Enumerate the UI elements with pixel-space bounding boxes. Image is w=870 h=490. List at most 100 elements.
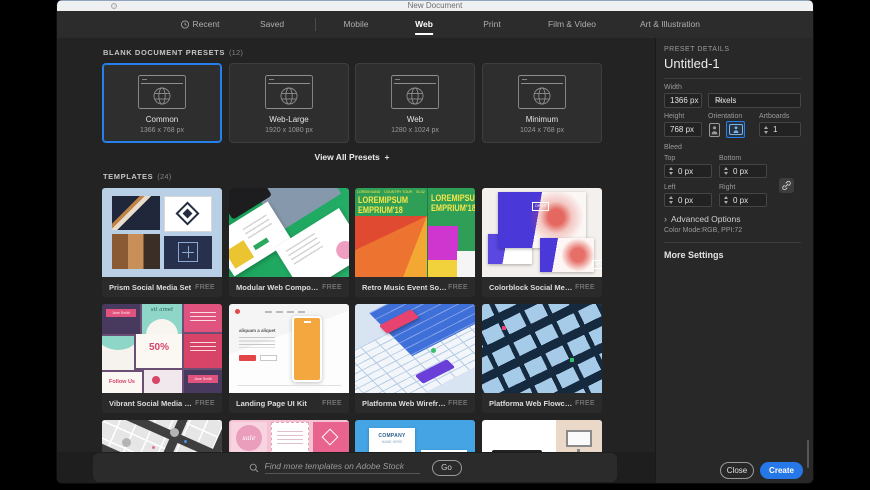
template-card-modular[interactable]: Modular Web Components SetFREE xyxy=(229,188,349,297)
company-line1-text: COMPANY xyxy=(369,433,415,439)
units-dropdown[interactable]: Pixels xyxy=(708,93,801,108)
template-name: Platforma Web Wireframe Kit xyxy=(362,399,448,408)
more-settings-button[interactable]: More Settings xyxy=(664,250,724,260)
tab-saved[interactable]: Saved xyxy=(260,11,284,38)
template-name: Retro Music Event Social Media ... xyxy=(362,283,448,292)
artboards-label: Artboards xyxy=(759,113,789,120)
template-name: Landing Page UI Kit xyxy=(236,399,307,408)
bleed-bottom-input[interactable]: 0 px xyxy=(719,164,767,178)
templates-count: (24) xyxy=(157,172,171,181)
tab-label: Art & Illustration xyxy=(640,11,700,38)
preset-size: 1280 x 1024 px xyxy=(391,127,439,134)
bleed-top-input[interactable]: 0 px xyxy=(664,164,712,178)
free-badge: FREE xyxy=(322,400,342,407)
template-card-vibrant[interactable]: Jane Smith sit amet 50% Follow Us Jane S… xyxy=(102,304,222,413)
vibrant-discount-text: 50% xyxy=(136,342,182,353)
tab-film-video[interactable]: Film & Video xyxy=(548,11,596,38)
free-badge: FREE xyxy=(195,284,215,291)
preset-details-heading: PRESET DETAILS xyxy=(664,46,729,53)
go-button[interactable]: Go xyxy=(432,460,462,476)
browser-globe-icon xyxy=(391,75,439,109)
preset-card-web-large[interactable]: Web-Large 1920 x 1080 px xyxy=(229,63,349,143)
stepper-arrows[interactable] xyxy=(764,126,768,134)
artboards-stepper[interactable]: 1 xyxy=(759,122,801,137)
retro-title-line1: LOREMIPSUM xyxy=(358,195,408,205)
view-all-presets-button[interactable]: View All Presets + xyxy=(102,152,602,162)
browser-globe-icon xyxy=(265,75,313,109)
retro-band-text: LOREM BAND xyxy=(357,190,380,194)
free-badge: FREE xyxy=(448,400,468,407)
bleed-right-label: Right xyxy=(719,184,735,191)
orientation-landscape-button[interactable] xyxy=(726,121,745,138)
free-badge: FREE xyxy=(575,284,595,291)
template-card-flowcharts[interactable]: Platforma Web Flowcharts KitFREE xyxy=(482,304,602,413)
create-button[interactable]: Create xyxy=(760,462,803,479)
bleed-left-input[interactable]: 0 px xyxy=(664,193,712,207)
chain-link-icon xyxy=(781,180,792,191)
advanced-options-toggle[interactable]: › Advanced Options xyxy=(664,214,740,224)
template-card-colorblock[interactable]: OPUS OPUS Colorblock Social Media SetFRE… xyxy=(482,188,602,297)
window-title: New Document xyxy=(57,0,813,11)
tab-mobile[interactable]: Mobile xyxy=(343,11,368,38)
search-input[interactable] xyxy=(265,461,420,474)
selected-tab-underline xyxy=(415,33,433,35)
orientation-label: Orientation xyxy=(708,113,742,120)
free-badge: FREE xyxy=(322,284,342,291)
height-label: Height xyxy=(664,113,684,120)
tab-recent[interactable]: Recent xyxy=(181,11,220,38)
preset-size: 1920 x 1080 px xyxy=(265,127,313,134)
window-titlebar: New Document xyxy=(57,0,813,11)
vibrant-caption-text: sit amet xyxy=(142,307,182,313)
close-button[interactable]: Close xyxy=(720,462,754,479)
desktop-background: New Document Recent Saved Mobile Web Pri… xyxy=(0,0,870,490)
company-line2-text: NAME HERE xyxy=(369,440,415,444)
tab-divider xyxy=(315,18,316,31)
template-card-landing[interactable]: aliquam a aliquet Landing Page UI KitFRE… xyxy=(229,304,349,413)
window-close-icon[interactable] xyxy=(111,3,117,9)
plus-icon: + xyxy=(384,152,389,162)
tab-art-illustration[interactable]: Art & Illustration xyxy=(640,11,700,38)
new-document-dialog: New Document Recent Saved Mobile Web Pri… xyxy=(57,0,813,483)
portrait-icon xyxy=(709,123,720,137)
template-card-prism[interactable]: Prism Social Media SetFREE xyxy=(102,188,222,297)
browser-globe-icon xyxy=(518,75,566,109)
chevron-down-icon xyxy=(715,98,723,103)
preset-card-web[interactable]: Web 1280 x 1024 px xyxy=(355,63,475,143)
preset-details-panel: PRESET DETAILS Untitled-1 Width 1366 px … xyxy=(655,38,813,483)
preset-card-common[interactable]: Common 1366 x 768 px xyxy=(102,63,222,143)
template-card-wireframe[interactable]: Platforma Web Wireframe KitFREE xyxy=(355,304,475,413)
height-input[interactable]: 768 px xyxy=(664,122,702,137)
retro-date-text: 01.02.2018 xyxy=(416,190,425,194)
scrollbar-thumb[interactable] xyxy=(807,440,809,468)
bleed-right-input[interactable]: 0 px xyxy=(719,193,767,207)
vibrant-name-text: Jane Smith xyxy=(108,309,135,317)
document-name-field[interactable]: Untitled-1 xyxy=(664,56,720,71)
tab-print[interactable]: Print xyxy=(483,11,500,38)
free-badge: FREE xyxy=(448,284,468,291)
template-name: Colorblock Social Media Set xyxy=(489,283,575,292)
tab-web[interactable]: Web xyxy=(415,11,433,38)
presets-count: (12) xyxy=(229,48,243,57)
search-footer: Go xyxy=(57,452,655,483)
bleed-left-label: Left xyxy=(664,184,676,191)
bleed-link-toggle[interactable] xyxy=(779,178,794,193)
width-label: Width xyxy=(664,84,682,91)
width-input[interactable]: 1366 px xyxy=(664,93,702,108)
tab-label: Recent xyxy=(193,11,220,38)
retro-title-line2: EMPRIUM'18 xyxy=(358,205,403,215)
tab-label: Saved xyxy=(260,11,284,38)
blank-presets-heading: BLANK DOCUMENT PRESETS(12) xyxy=(103,48,243,57)
divider xyxy=(664,242,801,243)
bleed-label: Bleed xyxy=(664,144,682,151)
orientation-portrait-button[interactable] xyxy=(708,122,721,138)
vibrant-follow-text: Follow Us xyxy=(102,379,142,385)
sale-word-text: sale xyxy=(236,425,262,451)
free-badge: FREE xyxy=(195,400,215,407)
bleed-bottom-label: Bottom xyxy=(719,155,741,162)
templates-heading: TEMPLATES(24) xyxy=(103,172,171,181)
category-tabbar: Recent Saved Mobile Web Print Film & Vid… xyxy=(57,11,813,38)
preset-card-minimum[interactable]: Minimum 1024 x 768 px xyxy=(482,63,602,143)
template-card-retro[interactable]: LOREM BANDCOUNTRY TOUR01.02.2018 LOREMIP… xyxy=(355,188,475,297)
template-name: Modular Web Components Set xyxy=(236,283,322,292)
opus-badge-text: OPUS xyxy=(532,202,549,211)
